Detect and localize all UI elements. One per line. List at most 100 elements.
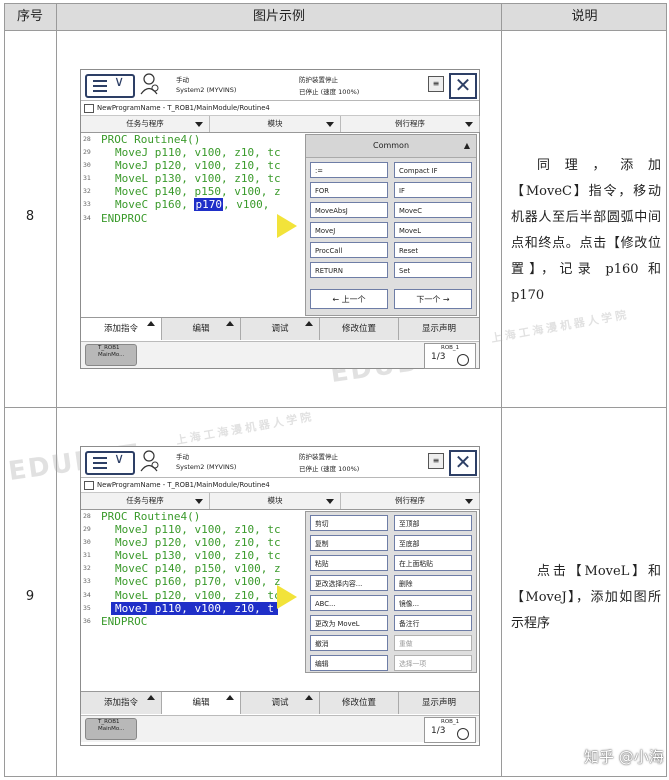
task-sublabel: MainMo... [98,352,125,358]
edit-menu-item[interactable]: 撤消 [310,635,388,651]
table-border [4,3,667,4]
instr-button[interactable]: IF [394,182,472,198]
selected-argument[interactable]: p170 [194,198,223,212]
line-number: 28 [83,512,91,520]
edit-menu-item[interactable]: 剪切 [310,515,388,531]
tab-module[interactable]: 模块 [210,493,341,509]
instr-button[interactable]: FOR [310,182,388,198]
tab-label: 模块 [267,119,283,128]
edit-menu-item[interactable]: 更改为 MoveL [310,615,388,631]
pointer-cursor-icon [277,585,297,609]
instr-button[interactable]: := [310,162,388,178]
debug-button[interactable]: 调试 [241,692,320,714]
instr-button[interactable]: Compact IF [394,162,472,178]
next-button[interactable]: 下一个 → [394,289,472,309]
line-number: 30 [83,538,91,547]
edit-menu-item[interactable]: 复制 [310,535,388,551]
edit-menu-item[interactable]: 粘贴 [310,555,388,571]
instr-button[interactable]: MoveC [394,202,472,218]
panel-title: Common ▲ [306,135,476,158]
add-instruction-button[interactable]: 添加指令 [81,692,162,714]
edit-menu-item[interactable]: ABC... [310,595,388,611]
instr-button[interactable]: MoveJ [310,222,388,238]
status-bar: ∨ 手动 System2 (MYVINS) 防护装置停止 已停止 (速度 100… [81,70,479,101]
tab-tasks[interactable]: 任务与程序 [81,493,210,509]
close-button[interactable]: ✕ [449,450,477,476]
edit-menu-item[interactable]: 编辑 [310,655,388,671]
edit-menu-item[interactable]: 至底部 [394,535,472,551]
tray-icon[interactable]: ≡ [428,453,444,469]
instr-button[interactable]: MoveAbsJ [310,202,388,218]
tab-label: 任务与程序 [126,119,164,128]
robot-status-icon [140,450,159,472]
tab-tasks[interactable]: 任务与程序 [81,116,210,132]
status-guard: 防护装置停止 [299,453,338,461]
show-declarations-button[interactable]: 显示声明 [399,318,479,340]
mechanical-unit-box[interactable]: ROB_1 1/3 [424,343,476,369]
status-state: 已停止 (速度 100%) [299,88,360,96]
instr-button[interactable]: ProcCall [310,242,388,258]
menu-icon [93,80,107,95]
editor-tabs: 任务与程序 模块 例行程序 [81,493,480,510]
tab-label: 模块 [267,496,283,505]
add-instruction-button[interactable]: 添加指令 [81,318,162,340]
tray-icon[interactable]: ≡ [428,76,444,92]
task-chip[interactable]: T_ROB1 MainMo... [85,718,137,740]
previous-button[interactable]: ← 上一个 [310,289,388,309]
instr-button[interactable]: Reset [394,242,472,258]
row-description: 同理，添加【MoveC】指令，移动机器人至后半部圆弧中间点和终点。点击【修改位置… [511,158,661,303]
instr-button[interactable]: RETURN [310,262,388,278]
tab-module[interactable]: 模块 [210,116,341,132]
code-text: MoveJ p110, v100, z10, tc [115,146,281,160]
line-number: 32 [83,564,91,573]
instr-button[interactable]: Set [394,262,472,278]
abb-menu-button[interactable]: ∨ [85,451,135,475]
collapse-arrow-icon[interactable]: ▲ [464,135,470,157]
header-index: 序号 [16,9,43,24]
panel-title-text: Common [372,141,410,150]
row-number: 8 [25,209,35,224]
menu-icon [93,457,107,472]
row-number: 9 [25,589,35,604]
edit-menu-item[interactable]: 备注行 [394,615,472,631]
bottom-toolbar: 添加指令 编辑 调试 修改位置 显示声明 [81,317,479,340]
close-button[interactable]: ✕ [449,73,477,99]
instr-button[interactable]: MoveL [394,222,472,238]
line-number: 28 [83,135,91,143]
edit-button[interactable]: 编辑 [162,692,241,714]
edit-menu-item[interactable]: 镜像... [394,595,472,611]
line-number: 35 [83,603,91,612]
table-border [4,3,5,777]
edit-menu-item[interactable]: 至顶部 [394,515,472,531]
button-label: 调试 [271,324,289,334]
unit-fraction: 1/3 [431,726,446,736]
line-number: 36 [83,616,91,625]
modify-position-button[interactable]: 修改位置 [320,692,399,714]
robot-status-icon [140,73,159,95]
edit-menu-item[interactable]: 更改选择内容... [310,575,388,591]
speed-dial-icon [457,728,469,740]
show-declarations-button[interactable]: 显示声明 [399,692,479,714]
dropdown-arrow-icon [326,122,334,127]
tab-routine[interactable]: 例行程序 [341,493,480,509]
modify-position-button[interactable]: 修改位置 [320,318,399,340]
tab-routine[interactable]: 例行程序 [341,116,480,132]
file-icon [84,103,94,113]
mechanical-unit-box[interactable]: ROB_1 1/3 [424,717,476,743]
edit-button[interactable]: 编辑 [162,318,241,340]
edit-menu-item[interactable]: 删除 [394,575,472,591]
status-bar: ∨ 手动 System2 (MYVINS) 防护装置停止 已停止 (速度 100… [81,447,479,478]
task-label: T_ROB1 [98,719,120,725]
tab-label: 例行程序 [395,496,425,505]
edit-menu-item[interactable]: 在上面粘贴 [394,555,472,571]
abb-menu-button[interactable]: ∨ [85,74,135,98]
table-border [666,3,667,777]
task-chip[interactable]: T_ROB1 MainMo... [85,344,137,366]
dropdown-arrow-icon [465,122,473,127]
edit-menu-panel: 剪切 至顶部 复制 至底部 粘贴 在上面粘贴 更改选择内容... 删除 ABC.… [305,511,477,673]
editor-tabs: 任务与程序 模块 例行程序 [81,116,480,133]
menu-up-icon [305,695,313,700]
button-label: 编辑 [192,698,210,708]
flexpendant-screen: ∨ 手动 System2 (MYVINS) 防护装置停止 已停止 (速度 100… [80,446,480,746]
debug-button[interactable]: 调试 [241,318,320,340]
